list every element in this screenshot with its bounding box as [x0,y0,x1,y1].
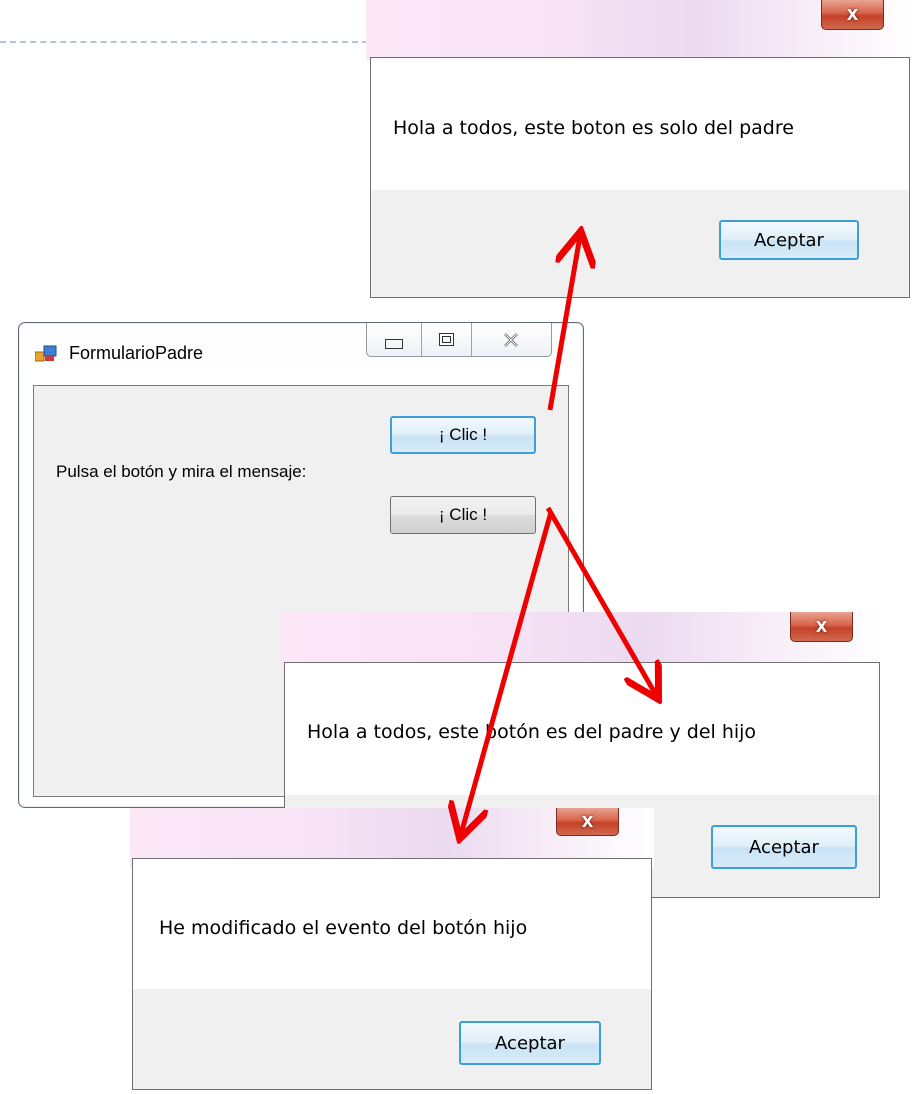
window-title: FormularioPadre [69,343,204,363]
maximize-button[interactable] [422,323,472,356]
app-icon [35,345,57,362]
minimize-button[interactable] [367,323,423,356]
message-text: Hola a todos, este botón es del padre y … [307,721,757,743]
caption-buttons [366,323,552,357]
close-button[interactable] [472,323,551,356]
close-icon: X [846,5,859,24]
accept-button[interactable]: Aceptar [719,220,859,260]
message-box-parent-only: X Hola a todos, este boton es solo del p… [366,0,914,298]
dashed-separator-line [0,41,368,43]
close-icon: X [815,617,828,636]
accept-button[interactable]: Aceptar [459,1021,601,1065]
accept-button[interactable]: Aceptar [711,825,857,869]
message-box-close-button[interactable]: X [790,612,853,642]
minimize-icon [385,338,404,349]
clic-button-child[interactable]: ¡ Clic ! [390,496,536,534]
close-icon [504,332,519,347]
message-text: Hola a todos, este boton es solo del pad… [393,117,794,139]
message-box-content: Hola a todos, este boton es solo del pad… [370,57,910,298]
close-icon: X [581,812,594,831]
instruction-label: Pulsa el botón y mira el mensaje: [56,462,307,481]
clic-button-parent[interactable]: ¡ Clic ! [390,416,536,454]
message-box-child-modified: X He modificado el evento del botón hijo… [130,808,654,1094]
message-box-content: He modificado el evento del botón hijo A… [132,858,652,1090]
message-box-close-button[interactable]: X [556,808,619,836]
message-box-close-button[interactable]: X [821,0,884,30]
message-text: He modificado el evento del botón hijo [159,917,528,939]
maximize-icon [439,333,455,346]
